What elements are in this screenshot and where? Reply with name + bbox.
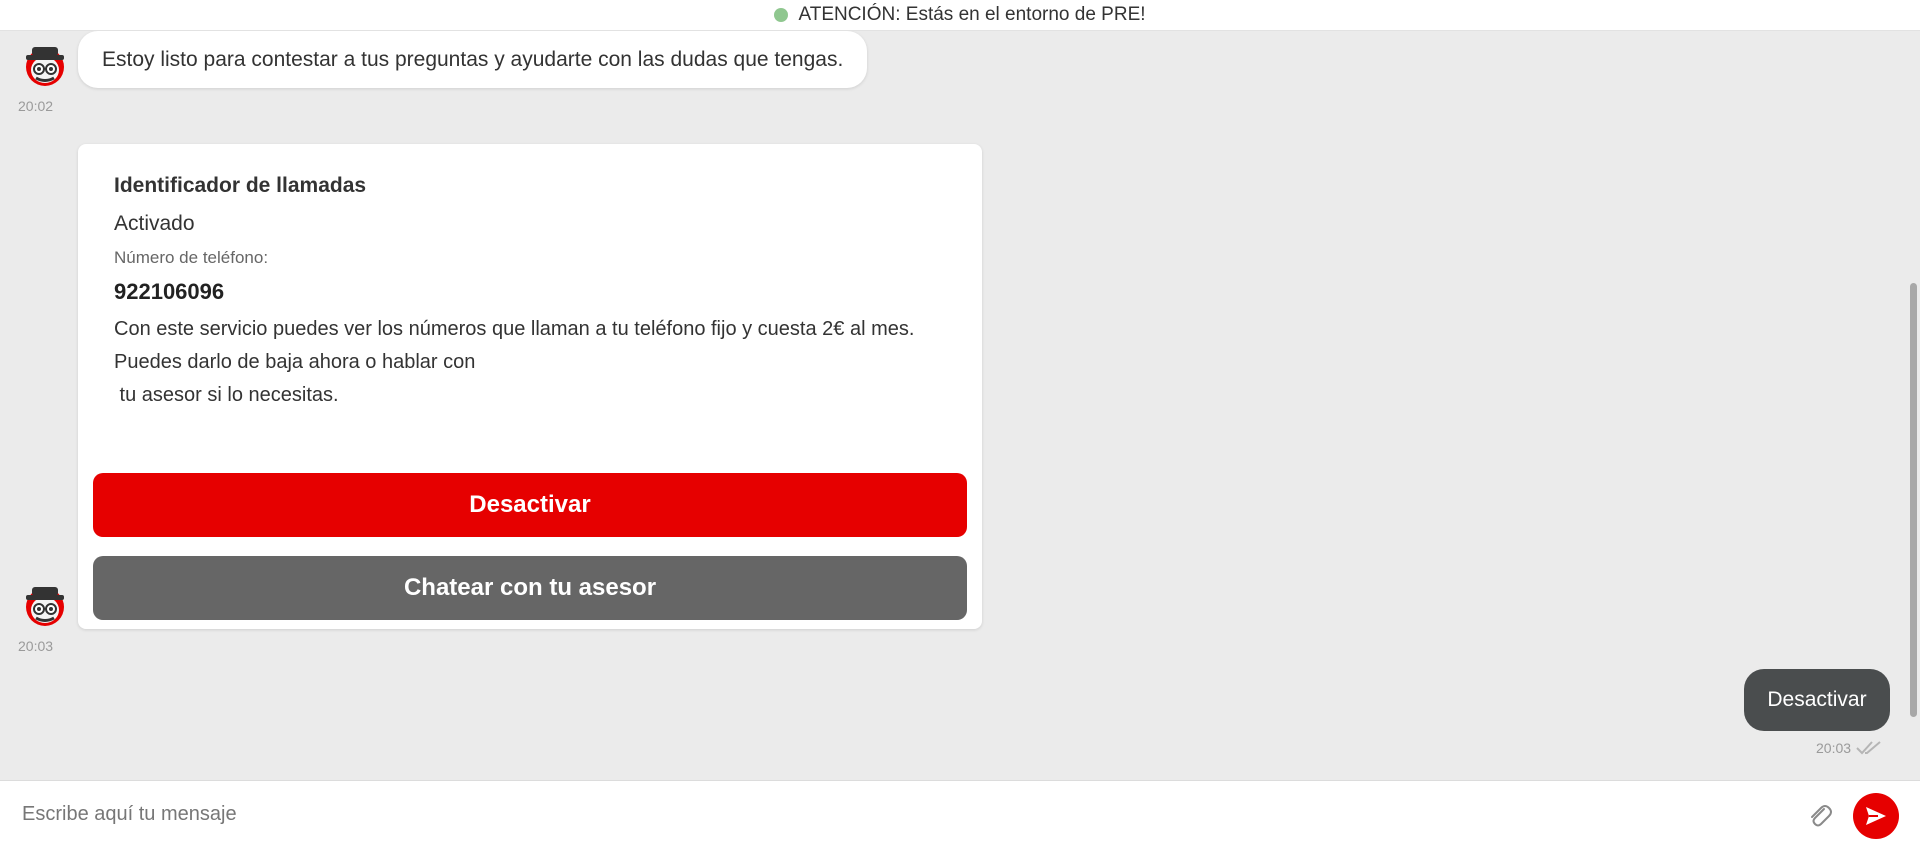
phone-number: 922106096 — [114, 279, 225, 304]
environment-banner: ATENCIÓN: Estás en el entorno de PRE! — [0, 0, 1920, 31]
send-icon — [1866, 807, 1886, 825]
user-message-text: Desactivar — [1767, 688, 1867, 711]
message-timestamp: 20:03 — [1816, 740, 1852, 756]
bot-avatar-icon — [26, 47, 64, 86]
chat-scrollbar[interactable] — [1908, 31, 1920, 780]
message-timestamp: 20:03 — [18, 638, 54, 654]
chat-with-advisor-button[interactable]: Chatear con tu asesor — [93, 556, 967, 620]
card-description: Con este servicio puedes ver los números… — [114, 313, 964, 412]
status-dot-icon — [774, 8, 789, 22]
card-description-line: Con este servicio puedes ver los números… — [114, 318, 915, 340]
environment-banner-text: ATENCIÓN: Estás en el entorno de PRE! — [798, 4, 1146, 25]
card-title: Identificador de llamadas — [114, 174, 367, 197]
chat-messages[interactable]: Estoy listo para contestar a tus pregunt… — [0, 31, 1920, 780]
card-description-line: tu asesor si lo necesitas. — [114, 384, 339, 406]
card-description-line: Puedes darlo de baja ahora o hablar con — [114, 351, 476, 373]
bot-avatar-icon — [26, 587, 64, 626]
deactivate-button[interactable]: Desactivar — [93, 473, 967, 537]
message-timestamp: 20:02 — [18, 98, 54, 114]
message-input[interactable] — [20, 795, 1780, 833]
bot-message-bubble: Estoy listo para contestar a tus pregunt… — [78, 31, 868, 88]
service-card: Identificador de llamadas Activado Númer… — [78, 144, 982, 629]
phone-label: Número de teléfono: — [114, 248, 269, 267]
paperclip-icon[interactable] — [1806, 800, 1832, 828]
service-status: Activado — [114, 212, 195, 235]
send-button[interactable] — [1853, 793, 1899, 839]
message-composer — [0, 780, 1920, 846]
double-check-icon — [1856, 741, 1881, 755]
user-message-meta: 20:03 — [1816, 740, 1883, 756]
bot-message-text: Estoy listo para contestar a tus pregunt… — [102, 47, 844, 71]
user-message-bubble: Desactivar — [1744, 669, 1890, 731]
scrollbar-thumb[interactable] — [1910, 283, 1917, 717]
